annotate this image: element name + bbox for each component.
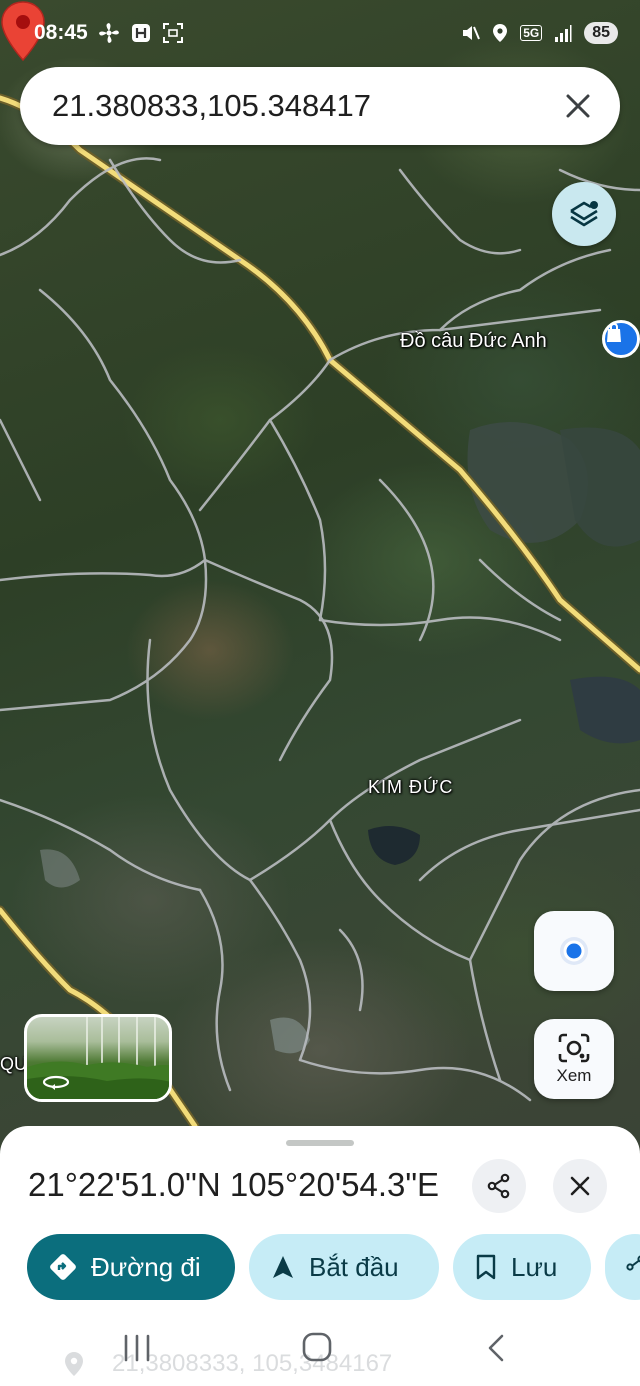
directions-icon (50, 1254, 76, 1280)
directions-button[interactable]: Đường đi (27, 1234, 235, 1300)
status-bar: 08:45 5G 85 (0, 0, 640, 66)
status-time: 08:45 (34, 21, 88, 44)
edge-place-label: QU (0, 1054, 27, 1074)
share-icon (626, 1255, 640, 1271)
close-sheet-button[interactable] (553, 1159, 607, 1213)
mute-icon (463, 26, 481, 40)
my-location-icon (560, 937, 588, 965)
lens-label: Xem (556, 1066, 592, 1085)
clear-search-button[interactable] (558, 86, 598, 126)
close-icon (566, 94, 590, 118)
drag-handle[interactable] (286, 1140, 354, 1146)
directions-label: Đường đi (91, 1251, 201, 1282)
more-share-button[interactable] (605, 1234, 640, 1300)
place-title: 21°22'51.0"N 105°20'54.3"E (28, 1166, 440, 1203)
battery-level: 85 (584, 22, 618, 44)
network-type: 5G (520, 25, 543, 41)
action-chips: Đường đi Bắt đầu Lưu (27, 1234, 640, 1300)
close-icon (570, 1176, 590, 1196)
shopping-bag-icon[interactable] (602, 320, 640, 358)
back-button[interactable] (486, 1333, 506, 1363)
save-button[interactable]: Lưu (453, 1234, 591, 1300)
lens-icon (558, 1033, 590, 1063)
layers-icon (570, 201, 598, 227)
lens-button[interactable]: Xem (534, 1019, 614, 1099)
fan-icon (98, 23, 119, 43)
navigation-arrow-icon (273, 1256, 293, 1278)
screenshot-icon (162, 23, 183, 43)
signal-icon (555, 25, 572, 42)
street-view-thumbnail[interactable] (24, 1014, 172, 1102)
rotate-360-icon (42, 1075, 70, 1090)
bookmark-icon (476, 1254, 496, 1280)
share-icon (487, 1173, 510, 1199)
my-location-button[interactable] (534, 911, 614, 991)
district-label: KIM ĐỨC (368, 777, 454, 797)
hotspot-h-icon (131, 24, 150, 42)
share-button[interactable] (472, 1159, 526, 1213)
save-label: Lưu (511, 1251, 558, 1282)
system-navigation-bar (0, 1310, 640, 1386)
shop-label[interactable]: Đồ câu Đức Anh (400, 330, 547, 353)
layers-button[interactable] (552, 182, 616, 246)
recents-button[interactable] (122, 1334, 152, 1362)
search-bar[interactable] (20, 67, 620, 145)
start-label: Bắt đầu (309, 1251, 399, 1282)
search-input[interactable] (52, 88, 558, 124)
start-navigation-button[interactable]: Bắt đầu (249, 1234, 439, 1300)
location-icon (493, 24, 508, 42)
home-button[interactable] (302, 1332, 332, 1362)
